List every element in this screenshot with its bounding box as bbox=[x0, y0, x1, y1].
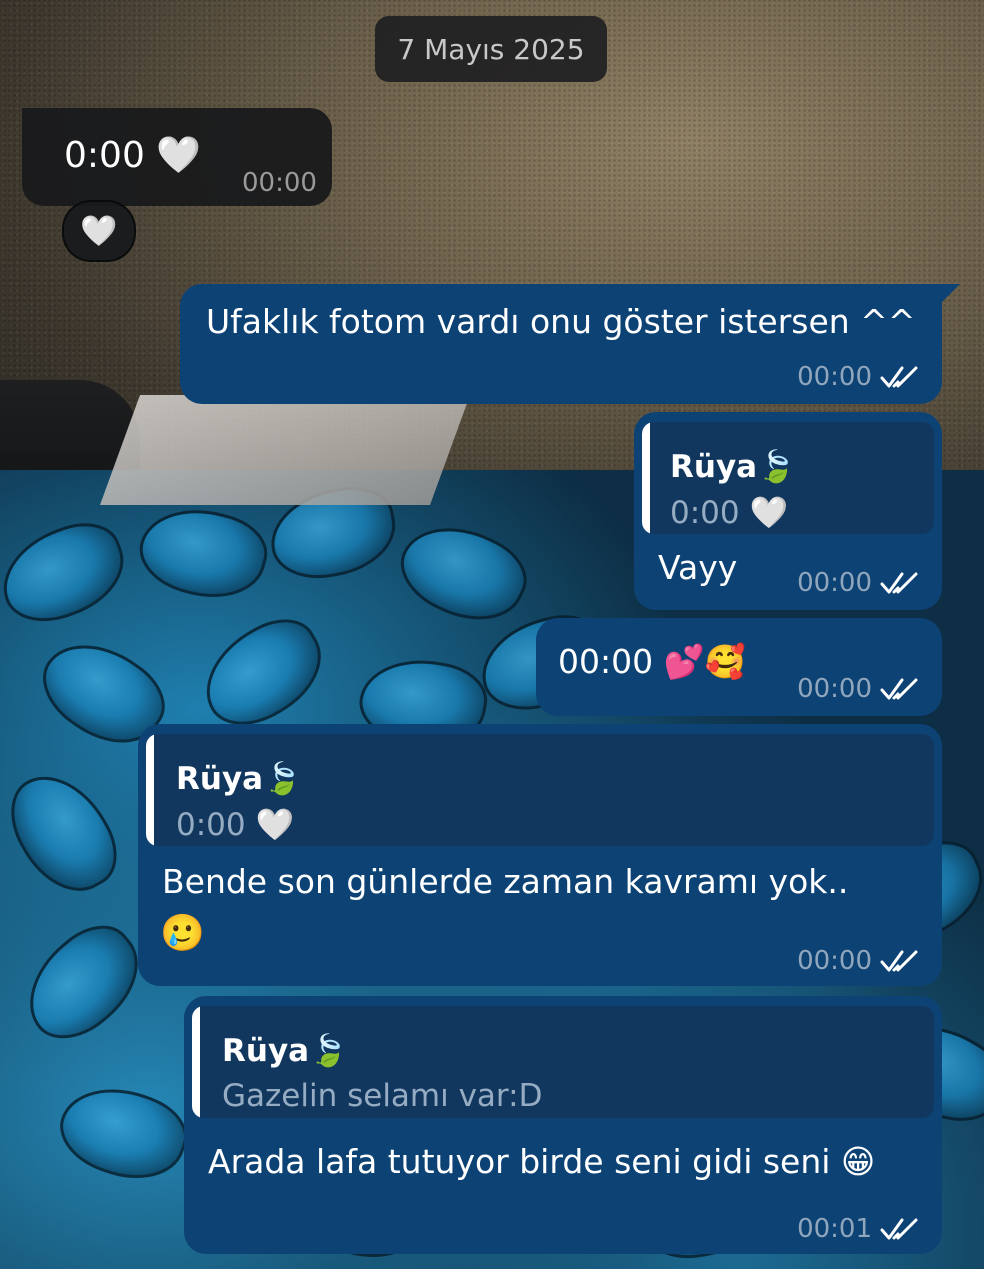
message-emoji: 🥲 bbox=[160, 913, 205, 954]
heart-reaction-icon: 🤍 bbox=[80, 213, 118, 249]
message-meta: 00:00 bbox=[797, 946, 920, 976]
message-text: Vayy bbox=[658, 548, 738, 587]
incoming-message[interactable]: 0:00 🤍 00:00 bbox=[22, 108, 332, 206]
outgoing-message[interactable]: 00:00 💕🥰 00:00 bbox=[536, 618, 942, 716]
double-check-icon bbox=[880, 950, 918, 972]
message-text: Arada lafa tutuyor birde seni gidi seni … bbox=[208, 1142, 876, 1181]
message-text: Ufaklık fotom vardı onu göster istersen … bbox=[206, 302, 916, 341]
outgoing-reply-message[interactable]: Rüya🍃 Gazelin selamı var:D Arada lafa tu… bbox=[184, 996, 942, 1254]
quote-text: Gazelin selamı var:D bbox=[222, 1078, 543, 1114]
message-text: Bende son günlerde zaman kavramı yok.. bbox=[162, 862, 849, 901]
reply-quote[interactable]: Rüya🍃 Gazelin selamı var:D bbox=[192, 1006, 934, 1118]
message-time: 00:00 bbox=[797, 362, 872, 392]
message-time: 00:00 bbox=[797, 674, 872, 704]
double-check-icon bbox=[880, 366, 918, 388]
message-time: 00:00 bbox=[797, 568, 872, 598]
quote-text: 0:00 🤍 bbox=[670, 495, 789, 531]
quote-text: 0:00 🤍 bbox=[176, 807, 295, 843]
reply-quote[interactable]: Rüya🍃 0:00 🤍 bbox=[642, 422, 934, 534]
message-time: 00:00 bbox=[242, 168, 317, 198]
outgoing-reply-message[interactable]: Rüya🍃 0:00 🤍 Vayy 00:00 bbox=[634, 412, 942, 610]
quote-accent-bar bbox=[146, 734, 154, 846]
date-chip: 7 Mayıs 2025 bbox=[375, 16, 607, 82]
quote-accent-bar bbox=[192, 1006, 200, 1118]
message-time: 00:01 bbox=[797, 1214, 872, 1244]
message-meta: 00:00 bbox=[797, 362, 920, 392]
message-text: 0:00 🤍 bbox=[64, 135, 202, 176]
double-check-icon bbox=[880, 678, 918, 700]
reply-quote[interactable]: Rüya🍃 0:00 🤍 bbox=[146, 734, 934, 846]
message-meta: 00:00 bbox=[242, 168, 317, 198]
quote-accent-bar bbox=[642, 422, 650, 534]
message-meta: 00:00 bbox=[797, 568, 920, 598]
message-time: 00:00 bbox=[797, 946, 872, 976]
double-check-icon bbox=[880, 1218, 918, 1240]
double-check-icon bbox=[880, 572, 918, 594]
outgoing-message[interactable]: Ufaklık fotom vardı onu göster istersen … bbox=[180, 284, 942, 404]
message-meta: 00:00 bbox=[797, 674, 920, 704]
outgoing-reply-message[interactable]: Rüya🍃 0:00 🤍 Bende son günlerde zaman ka… bbox=[138, 724, 942, 986]
quote-sender-name: Rüya🍃 bbox=[222, 1033, 348, 1069]
wallpaper-paper bbox=[99, 395, 471, 505]
message-text: 00:00 💕🥰 bbox=[558, 642, 746, 681]
quote-sender-name: Rüya🍃 bbox=[176, 761, 302, 797]
reaction-badge[interactable]: 🤍 bbox=[62, 200, 136, 262]
quote-sender-name: Rüya🍃 bbox=[670, 449, 796, 485]
message-meta: 00:01 bbox=[797, 1214, 920, 1244]
